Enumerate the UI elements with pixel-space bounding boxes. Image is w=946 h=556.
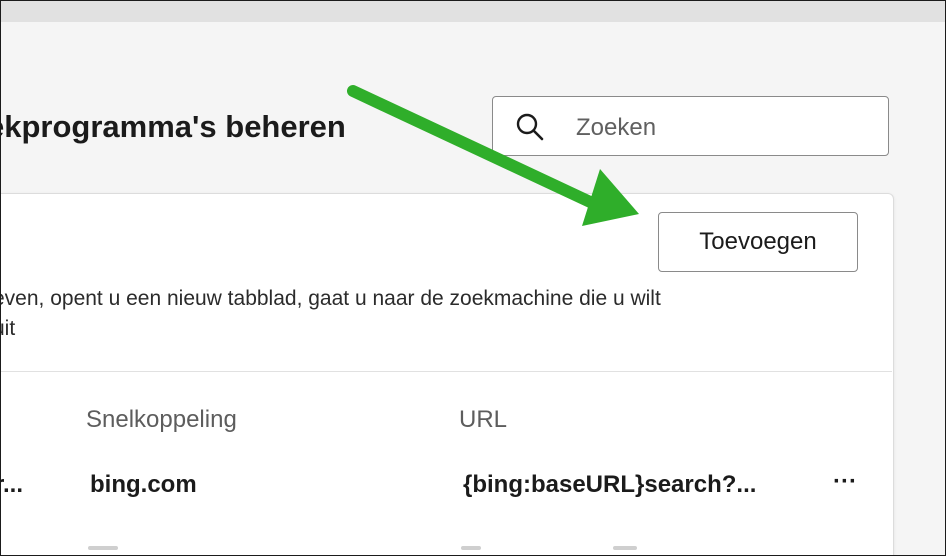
add-button[interactable]: Toevoegen bbox=[658, 212, 858, 272]
next-row-hint bbox=[88, 546, 118, 550]
column-header-url: URL bbox=[459, 406, 508, 433]
search-icon bbox=[516, 113, 544, 141]
search-input[interactable]: Zoeken bbox=[492, 96, 889, 156]
next-row-hint bbox=[461, 546, 481, 550]
row-name-cell: r... bbox=[1, 471, 24, 498]
next-row-hint bbox=[613, 546, 637, 550]
more-options-button[interactable]: ··· bbox=[825, 470, 865, 501]
row-shortcut-cell: bing.com bbox=[90, 471, 197, 498]
description-line-2: uit bbox=[1, 317, 16, 340]
divider bbox=[1, 371, 892, 372]
top-bar bbox=[1, 1, 945, 22]
page-title: ekprogramma's beheren bbox=[0, 109, 346, 144]
column-header-shortcut: Snelkoppeling bbox=[86, 406, 237, 433]
window-frame: ekprogramma's beheren Zoeken Toevoegen e… bbox=[0, 0, 946, 556]
row-url-cell: {bing:baseURL}search?... bbox=[463, 471, 757, 498]
description-line-1: even, opent u een nieuw tabblad, gaat u … bbox=[0, 287, 661, 310]
search-placeholder: Zoeken bbox=[576, 114, 657, 141]
